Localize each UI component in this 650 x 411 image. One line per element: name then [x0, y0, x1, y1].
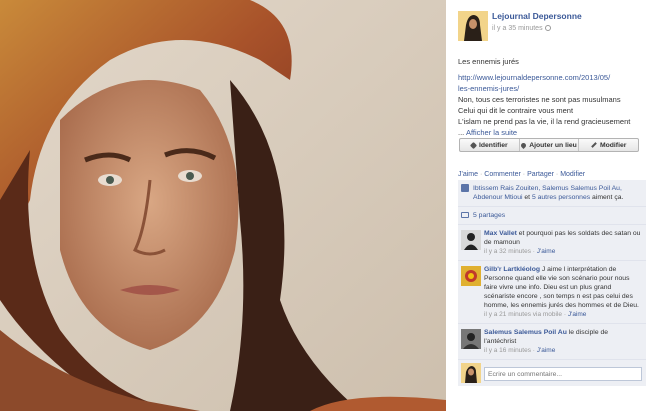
author-name[interactable]: Lejournal Depersonne — [492, 12, 582, 21]
thumbs-up-icon — [461, 184, 469, 192]
commenter-avatar[interactable] — [461, 329, 481, 349]
comment-like-link[interactable]: J'aime — [568, 311, 587, 318]
new-comment-row — [458, 360, 646, 386]
comment: Salemus Salemus Poil Au le disciple de l… — [458, 324, 646, 360]
location-pin-icon — [520, 141, 528, 149]
comment-time[interactable]: il y a 16 minutes — [484, 347, 531, 354]
comment: Gilb'r Lartkléolog J aime l interprétati… — [458, 261, 646, 324]
author-avatar[interactable] — [458, 11, 488, 41]
avatar-image — [458, 11, 488, 41]
commenter-avatar[interactable] — [461, 266, 481, 286]
edit-button[interactable]: Modifier — [579, 139, 638, 151]
feedback-box: Ibtissem Rais Zouiten, Salemus Salemus P… — [458, 180, 646, 386]
post-link-line2[interactable]: les-ennemis-jures/ — [458, 84, 519, 93]
post-line-5: L'islam ne prend pas la vie, il la rend … — [458, 117, 631, 126]
post-title: Les ennemis jurés — [458, 57, 519, 66]
comment-author[interactable]: Gilb'r Lartkléolog — [484, 266, 540, 273]
separator: · — [522, 171, 526, 178]
post-time[interactable]: il y a 35 minutes — [492, 24, 551, 33]
comment-meta: il y a 21 minutes via mobile · J'aime — [484, 311, 587, 318]
comment-link[interactable]: Commenter — [484, 171, 521, 178]
avatar-image — [461, 230, 481, 250]
post-line-3: Non, tous ces terroristes ne sont pas mu… — [458, 95, 621, 104]
avatar-image — [461, 363, 481, 383]
post-header: Lejournal Depersonne il y a 35 minutes — [458, 11, 648, 41]
post-link-line1[interactable]: http://www.lejournaldepersonne.com/2013/… — [458, 73, 610, 82]
like-link[interactable]: J'aime — [458, 171, 478, 178]
comment-meta: il y a 16 minutes · J'aime — [484, 347, 556, 354]
photo-viewer: Lejournal Depersonne il y a 35 minutes L… — [0, 0, 650, 411]
post-time-text[interactable]: il y a 35 minutes — [492, 25, 543, 32]
post-actions: J'aime · Commenter · Partager · Modifier — [458, 170, 585, 179]
show-more-link[interactable]: Afficher la suite — [466, 128, 517, 137]
photo-portrait — [0, 0, 446, 411]
shares-label[interactable]: 5 partages — [473, 212, 505, 219]
add-place-label: Ajouter un lieu — [529, 141, 577, 149]
comment-via: via mobile — [532, 311, 563, 318]
share-icon — [461, 212, 469, 218]
ellipsis: ... — [458, 128, 465, 137]
likes-suffix: aiment ça. — [592, 194, 624, 201]
edit-label: Modifier — [599, 141, 627, 149]
current-user-avatar — [461, 363, 481, 383]
likes-others-link[interactable]: 5 autres personnes — [532, 194, 590, 201]
separator: · — [479, 171, 483, 178]
comment-like-link[interactable]: J'aime — [537, 347, 556, 354]
likes-summary: Ibtissem Rais Zouiten, Salemus Salemus P… — [458, 180, 646, 207]
comment-like-link[interactable]: J'aime — [537, 248, 556, 255]
share-link[interactable]: Partager — [527, 171, 554, 178]
likes-and: et — [524, 194, 531, 201]
commenter-avatar[interactable] — [461, 230, 481, 250]
comment-time[interactable]: il y a 32 minutes — [484, 248, 531, 255]
comment-author[interactable]: Max Vallet — [484, 230, 517, 237]
comment-time[interactable]: il y a 21 minutes — [484, 311, 531, 318]
tag-icon — [469, 141, 478, 149]
post-link[interactable]: http://www.lejournaldepersonne.com/2013/… — [458, 73, 610, 93]
comment-input[interactable] — [484, 367, 642, 381]
post-text: Les ennemis jurés http://www.lejournalde… — [458, 56, 646, 138]
photo-sidebar: Lejournal Depersonne il y a 35 minutes L… — [446, 0, 650, 411]
photo[interactable] — [0, 0, 446, 411]
shares-count[interactable]: 5 partages — [458, 207, 646, 225]
post-line-4: Celui qui dit le contraire vous ment — [458, 106, 574, 115]
globe-icon — [544, 25, 551, 31]
edit-link[interactable]: Modifier — [560, 171, 585, 178]
comment-author[interactable]: Salemus Salemus Poil Au — [484, 329, 567, 336]
separator: · — [555, 171, 559, 178]
add-place-button[interactable]: Ajouter un lieu — [520, 139, 580, 151]
comment: Max Vallet et pourquoi pas les soldats d… — [458, 225, 646, 261]
photo-action-bar: Identifier Ajouter un lieu Modifier — [459, 138, 639, 152]
pencil-icon — [591, 142, 597, 148]
avatar-image — [461, 266, 481, 286]
comment-meta: il y a 32 minutes · J'aime — [484, 248, 556, 255]
tag-label: Identifier — [478, 141, 508, 149]
avatar-image — [461, 329, 481, 349]
tag-button[interactable]: Identifier — [460, 139, 520, 151]
